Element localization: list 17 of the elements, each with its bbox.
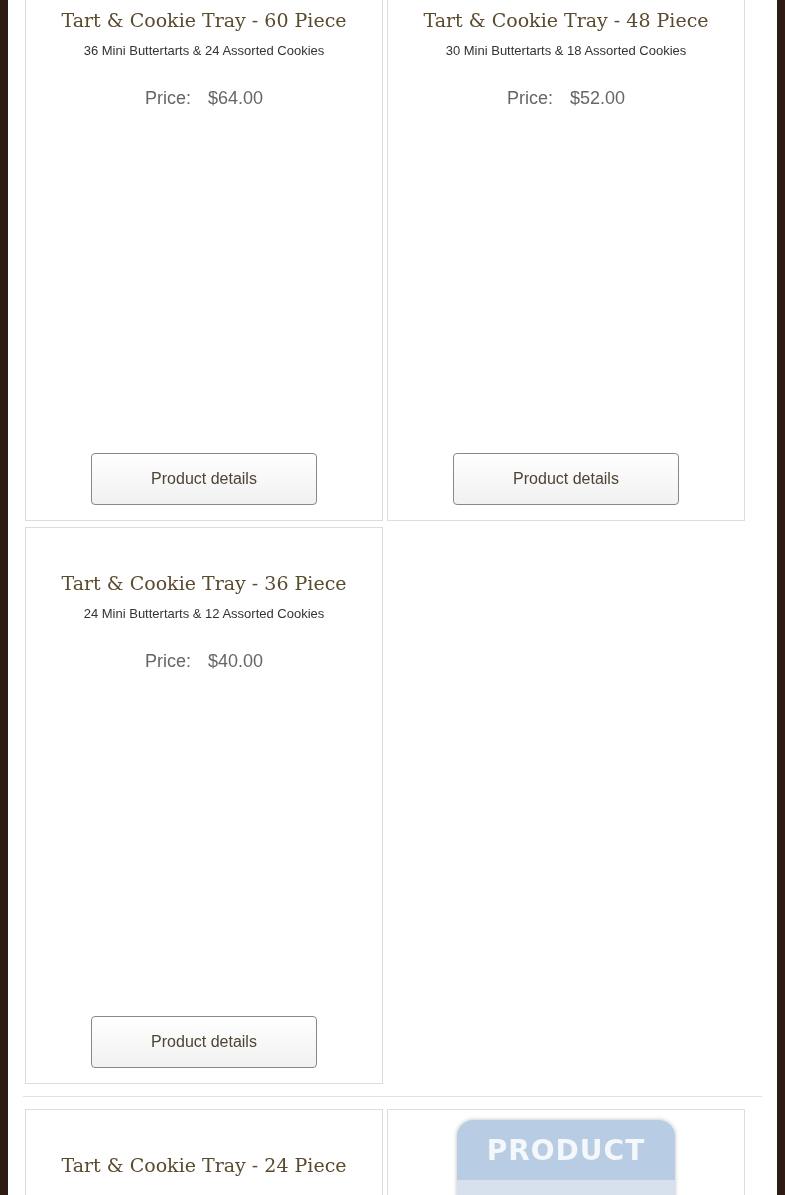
product-description: 24 Mini Buttertarts & 12 Assorted Cookies (83, 606, 325, 621)
product-description: 30 Mini Buttertarts & 18 Assorted Cookies (445, 43, 687, 58)
product-details-button[interactable]: Product details (453, 453, 679, 505)
price-value: $64.00 (207, 88, 264, 109)
product-details-button[interactable]: Product details (91, 453, 317, 505)
price-label: Price: (144, 651, 191, 672)
product-title: Tart & Cookie Tray - 36 Piece (61, 572, 347, 594)
price-value: $40.00 (207, 651, 264, 672)
product-title: Tart & Cookie Tray - 48 Piece (423, 9, 709, 31)
price-label: Price: (144, 88, 191, 109)
product-title: Tart & Cookie Tray - 24 Piece (61, 1154, 347, 1176)
price-value: $52.00 (569, 88, 626, 109)
placeholder-label: PRODUCT (486, 1134, 646, 1166)
price-label: Price: (506, 88, 553, 109)
product-title: Tart & Cookie Tray - 60 Piece (61, 9, 347, 31)
product-description: 36 Mini Buttertarts & 24 Assorted Cookies (83, 43, 325, 58)
product-details-button[interactable]: Product details (91, 1016, 317, 1068)
